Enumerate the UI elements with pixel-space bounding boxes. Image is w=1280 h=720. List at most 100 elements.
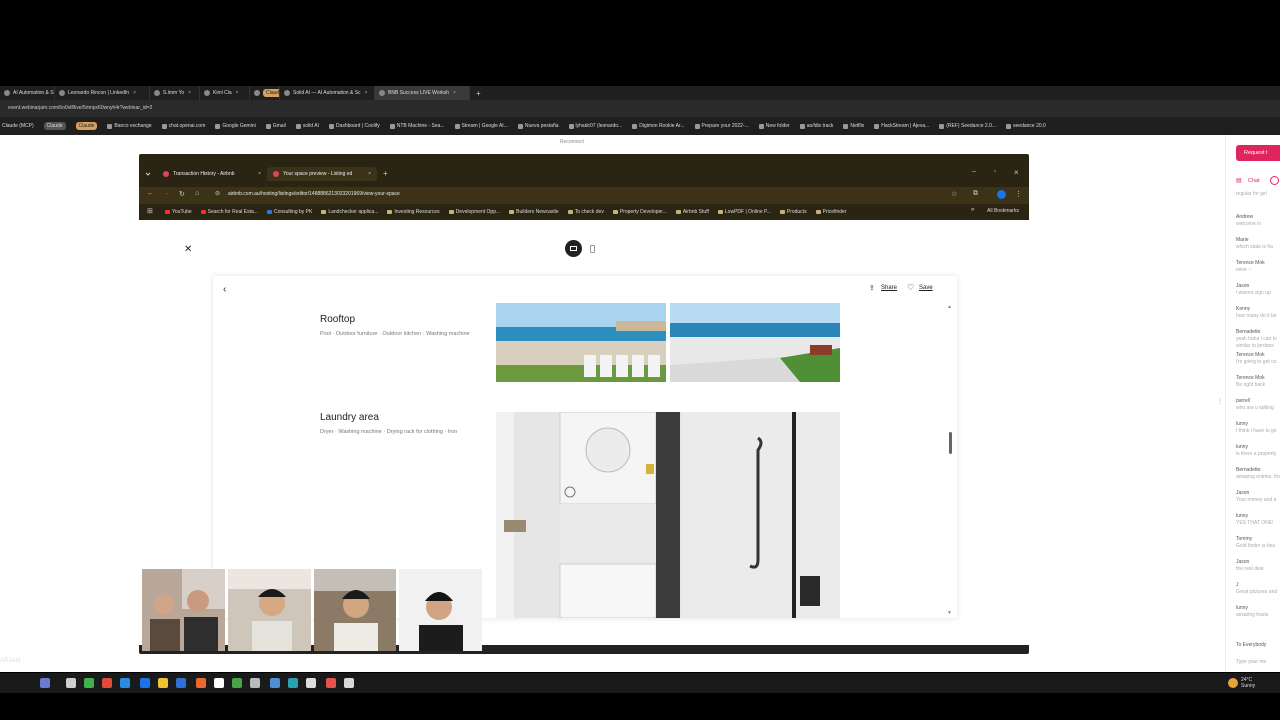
inner-bookmark[interactable]: Search for Real Esta...	[200, 209, 258, 215]
close-icon[interactable]: ×	[133, 90, 136, 96]
inner-tab-preview[interactable]: Your space preview - Listing ed ×	[267, 167, 377, 181]
profile-avatar[interactable]	[997, 190, 1006, 199]
outer-bookmark[interactable]: New folder	[758, 123, 790, 129]
rooftop-photo-2[interactable]	[670, 303, 840, 382]
outer-bookmark[interactable]: ao/ldis track	[799, 123, 833, 129]
outer-bookmark[interactable]: HackStream | Ajeva...	[874, 123, 929, 129]
emoji-icon[interactable]	[1270, 176, 1279, 185]
participant-video-1[interactable]	[142, 569, 225, 651]
close-preview-icon[interactable]: ✕	[184, 244, 192, 255]
taskbar-app-icon[interactable]	[196, 678, 206, 688]
outer-bookmark[interactable]: Stream | Google AI...	[454, 123, 508, 129]
inner-bookmark[interactable]: Airbnb Stuff	[675, 209, 709, 215]
taskbar-app-icon[interactable]	[214, 678, 224, 688]
inner-bookmark[interactable]: LowPDF | Online P...	[717, 209, 771, 215]
new-tab-icon[interactable]: +	[383, 169, 388, 178]
inner-bookmark[interactable]: Consulting by PK	[266, 209, 312, 215]
outer-tab[interactable]: BNB Success LIVE Worksh ×	[375, 86, 470, 100]
chat-recipient[interactable]: To Everybody	[1236, 642, 1266, 648]
outer-bookmark[interactable]: Google Gemini	[215, 123, 256, 129]
taskbar-app-icon[interactable]	[102, 678, 112, 688]
outer-bookmark[interactable]: Claude	[43, 122, 66, 130]
outer-bookmark[interactable]: Netflix	[843, 123, 864, 129]
apps-grid-icon[interactable]: ⊞	[147, 207, 153, 215]
home-icon[interactable]: ⌂	[195, 190, 199, 197]
panel-drag-handle-icon[interactable]: ⋮	[1217, 398, 1223, 405]
inner-tab-transactions[interactable]: Transaction History - Airbnb ×	[157, 167, 267, 181]
laundry-photo[interactable]	[496, 412, 840, 618]
participant-video-2[interactable]	[227, 569, 311, 651]
outer-tab[interactable]: Kimi Cla ×	[200, 86, 250, 100]
close-icon[interactable]: ×	[453, 90, 456, 96]
outer-bookmark[interactable]: chat.openai.com	[161, 123, 205, 129]
outer-bookmark[interactable]: Digimon Rookie Ar...	[632, 123, 685, 129]
taskbar-app-icon[interactable]	[158, 678, 168, 688]
inner-bookmark[interactable]: YouTube	[165, 209, 192, 215]
inner-bookmark[interactable]: Builders Newcastle	[509, 209, 559, 215]
weather-widget[interactable]: 24°C Sunny	[1241, 677, 1255, 689]
taskbar-app-icon[interactable]	[306, 678, 316, 688]
new-tab-icon[interactable]: +	[476, 89, 481, 98]
outer-bookmark[interactable]: Dashboard | Coolify	[328, 123, 380, 129]
rooftop-photo-1[interactable]	[496, 303, 666, 382]
more-icon[interactable]: ⋮	[1015, 190, 1022, 198]
all-bookmarks[interactable]: All Bookmarks	[987, 208, 1019, 214]
scroll-up-icon[interactable]: ▲	[947, 304, 952, 310]
outer-bookmark[interactable]: Nueva pestaña	[517, 123, 559, 129]
inner-bookmark[interactable]: Property Developer...	[612, 209, 667, 215]
back-chevron-icon[interactable]: ‹	[223, 284, 226, 295]
outer-tab[interactable]: AI Automation & Sc×	[0, 86, 55, 100]
taskbar-app-icon[interactable]	[232, 678, 242, 688]
taskbar-app-icon[interactable]	[66, 678, 76, 688]
taskbar-app-icon[interactable]	[344, 678, 354, 688]
inner-bookmark[interactable]: Development Opp...	[448, 209, 500, 215]
inner-bookmark[interactable]: To check dev	[567, 209, 604, 215]
outer-tab[interactable]: Claude×	[250, 86, 280, 100]
minimize-icon[interactable]: –	[972, 168, 976, 175]
inner-bookmark[interactable]: Products	[779, 209, 807, 215]
outer-bookmark[interactable]: lyhadc07 (leonardo...	[568, 123, 622, 129]
chat-tab[interactable]: Chat	[1248, 178, 1260, 184]
close-icon[interactable]: ×	[258, 171, 261, 177]
outer-tab[interactable]: S.lmm Yo ×	[150, 86, 200, 100]
close-icon[interactable]: ×	[188, 90, 191, 96]
inner-bookmark[interactable]: Investing Resources	[387, 209, 440, 215]
taskbar-app-icon[interactable]	[40, 678, 50, 688]
outer-bookmark[interactable]: Prepare your 2022-...	[694, 123, 749, 129]
reload-icon[interactable]: ↻	[179, 190, 185, 198]
outer-bookmark[interactable]: Claude (MCP)	[2, 123, 34, 129]
taskbar-app-icon[interactable]	[84, 678, 94, 688]
outer-bookmark[interactable]: (REF) Seedance 2.0...	[939, 123, 996, 129]
reconnect-label[interactable]: Reconnect	[560, 139, 584, 145]
taskbar-app-icon[interactable]	[120, 678, 130, 688]
scrollbar-thumb[interactable]	[949, 432, 952, 454]
outer-address-bar[interactable]: event.webinarjam.com/t/o0vlf/live/5mnpx6…	[0, 100, 1280, 117]
tab-menu-icon[interactable]	[145, 171, 151, 177]
taskbar-app-icon[interactable]	[140, 678, 150, 688]
maximize-icon[interactable]: ▫	[994, 169, 996, 175]
mobile-view-icon[interactable]	[590, 244, 595, 253]
inner-bookmark[interactable]: Landchecker applica...	[321, 209, 378, 215]
outer-bookmark[interactable]: Gmail	[265, 123, 286, 129]
close-icon[interactable]: ×	[236, 90, 239, 96]
outer-bookmark[interactable]: NTB Machine - Sea...	[389, 123, 445, 129]
taskbar-app-icon[interactable]	[288, 678, 298, 688]
inner-address-bar[interactable]: ← → ↻ ⌂ ⊜ airbnb.com.au/hosting/listings…	[139, 187, 1029, 204]
inner-bookmark[interactable]: Pricefinder	[815, 209, 846, 215]
share-button[interactable]: Share	[881, 285, 897, 291]
desktop-view-icon[interactable]	[565, 240, 582, 257]
save-button[interactable]: Save	[919, 285, 933, 291]
forward-arrow-icon[interactable]: →	[163, 190, 170, 197]
close-icon[interactable]: ×	[365, 90, 368, 96]
more-bookmarks-icon[interactable]: »	[971, 207, 974, 213]
taskbar-app-icon[interactable]	[250, 678, 260, 688]
close-icon[interactable]: ×	[368, 171, 371, 177]
request-button[interactable]: Request t	[1236, 145, 1280, 161]
outer-bookmark[interactable]: seedance 20.0	[1006, 123, 1046, 129]
star-icon[interactable]: ☆	[951, 190, 957, 198]
chat-input[interactable]: Type your me	[1236, 659, 1266, 665]
outer-bookmark[interactable]: Claude	[75, 122, 98, 130]
participant-video-4[interactable]	[399, 569, 482, 651]
outer-bookmark[interactable]: solid AI	[295, 123, 319, 129]
outer-tab[interactable]: Leonardo Rincon | LinkedIn ×	[55, 86, 150, 100]
